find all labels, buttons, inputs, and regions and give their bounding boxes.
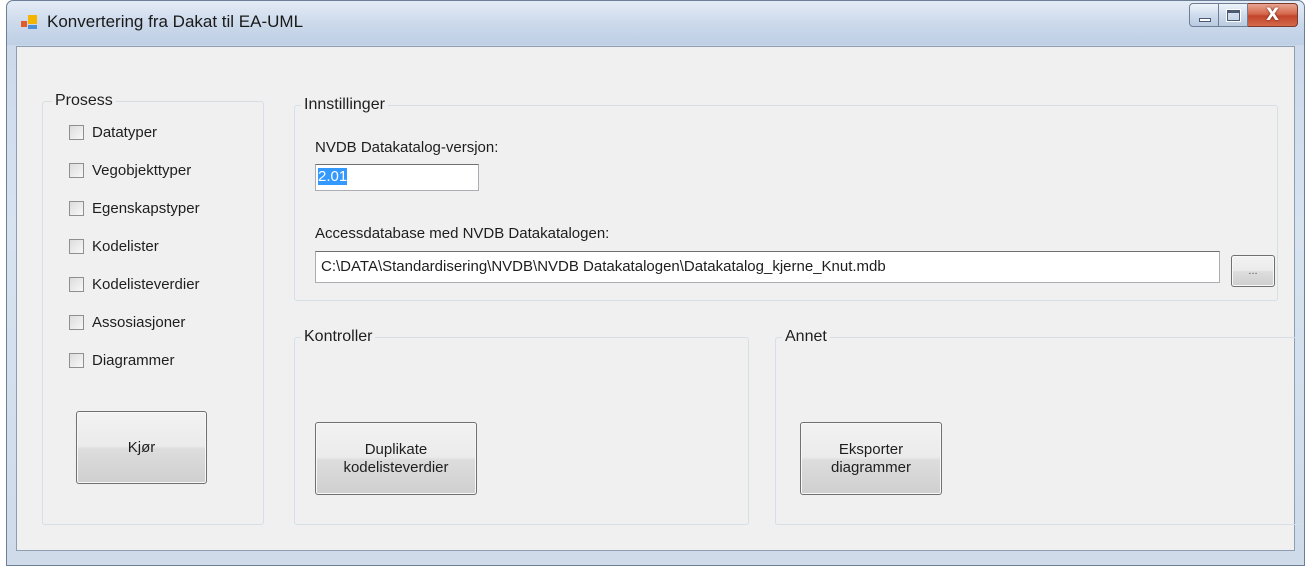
checkbox-row[interactable]: Datatyper: [69, 124, 157, 141]
duplicate-button-line2: kodelisteverdier: [343, 458, 449, 476]
checkbox-label: Kodelisteverdier: [92, 276, 200, 293]
checkbox[interactable]: [69, 353, 84, 368]
version-label: NVDB Datakatalog-versjon:: [315, 139, 499, 156]
checkbox-label: Vegobjekttyper: [92, 162, 192, 179]
checkbox-row[interactable]: Egenskapstyper: [69, 200, 200, 217]
kontroller-group-title: Kontroller: [301, 328, 376, 346]
innstillinger-group-title: Innstillinger: [301, 96, 388, 114]
kontroller-group: Kontroller Duplikate kodelisteverdier: [294, 328, 749, 525]
checkbox-label: Datatyper: [92, 124, 158, 141]
db-label: Accessdatabase med NVDB Datakatalogen:: [315, 225, 610, 242]
checkbox-row[interactable]: Kodelisteverdier: [69, 276, 200, 293]
checkbox[interactable]: [69, 201, 84, 216]
checkbox-row[interactable]: Assosiasjoner: [69, 314, 185, 331]
checkbox-label: Diagrammer: [92, 352, 175, 369]
main-window: Konvertering fra Dakat til EA-UML X Pros…: [6, 0, 1305, 566]
duplicate-button-line1: Duplikate: [364, 440, 428, 458]
browse-button[interactable]: ...: [1231, 255, 1275, 287]
checkbox[interactable]: [69, 315, 84, 330]
export-button-line1: Eksporter: [838, 440, 904, 458]
prosess-group-title: Prosess: [52, 92, 116, 110]
checkbox-label: Assosiasjoner: [92, 314, 186, 331]
version-input-value: 2.01: [318, 168, 348, 185]
checkbox-row[interactable]: Diagrammer: [69, 352, 175, 369]
checkbox[interactable]: [69, 277, 84, 292]
run-button[interactable]: Kjør: [76, 411, 207, 484]
checkbox[interactable]: [69, 239, 84, 254]
prosess-group: Prosess Datatyper Vegobjekttyper Egenskaps…: [42, 92, 264, 525]
maximize-icon: [1227, 10, 1240, 21]
close-button[interactable]: X: [1248, 3, 1298, 27]
db-path-input[interactable]: C:\DATA\Standardisering\NVDB\NVDB Dataka…: [315, 251, 1220, 283]
export-diagrams-button[interactable]: Eksporter diagrammer: [800, 422, 942, 495]
minimize-button[interactable]: [1189, 3, 1219, 27]
window-title: Konvertering fra Dakat til EA-UML: [47, 12, 304, 31]
checkbox-row[interactable]: Vegobjekttyper: [69, 162, 191, 179]
caption-buttons: X: [1189, 3, 1298, 27]
title-bar[interactable]: Konvertering fra Dakat til EA-UML X: [7, 1, 1304, 45]
checkbox-row[interactable]: Kodelister: [69, 238, 159, 255]
close-icon: X: [1265, 5, 1280, 25]
innstillinger-group: Innstillinger NVDB Datakatalog-versjon: …: [294, 96, 1278, 301]
version-input[interactable]: 2.01: [315, 164, 479, 191]
checkbox[interactable]: [69, 163, 84, 178]
client-area: Prosess Datatyper Vegobjekttyper Egenskaps…: [16, 46, 1304, 551]
annet-group: Annet Eksporter diagrammer: [775, 328, 1304, 525]
app-icon: [21, 15, 39, 29]
checkbox[interactable]: [69, 125, 84, 140]
annet-group-title: Annet: [782, 328, 830, 346]
export-button-line2: diagrammer: [830, 458, 912, 476]
duplicate-codelist-values-button[interactable]: Duplikate kodelisteverdier: [315, 422, 477, 495]
checkbox-label: Kodelister: [92, 238, 159, 255]
minimize-icon: [1199, 18, 1211, 22]
maximize-button[interactable]: [1219, 3, 1248, 27]
checkbox-label: Egenskapstyper: [92, 200, 200, 217]
